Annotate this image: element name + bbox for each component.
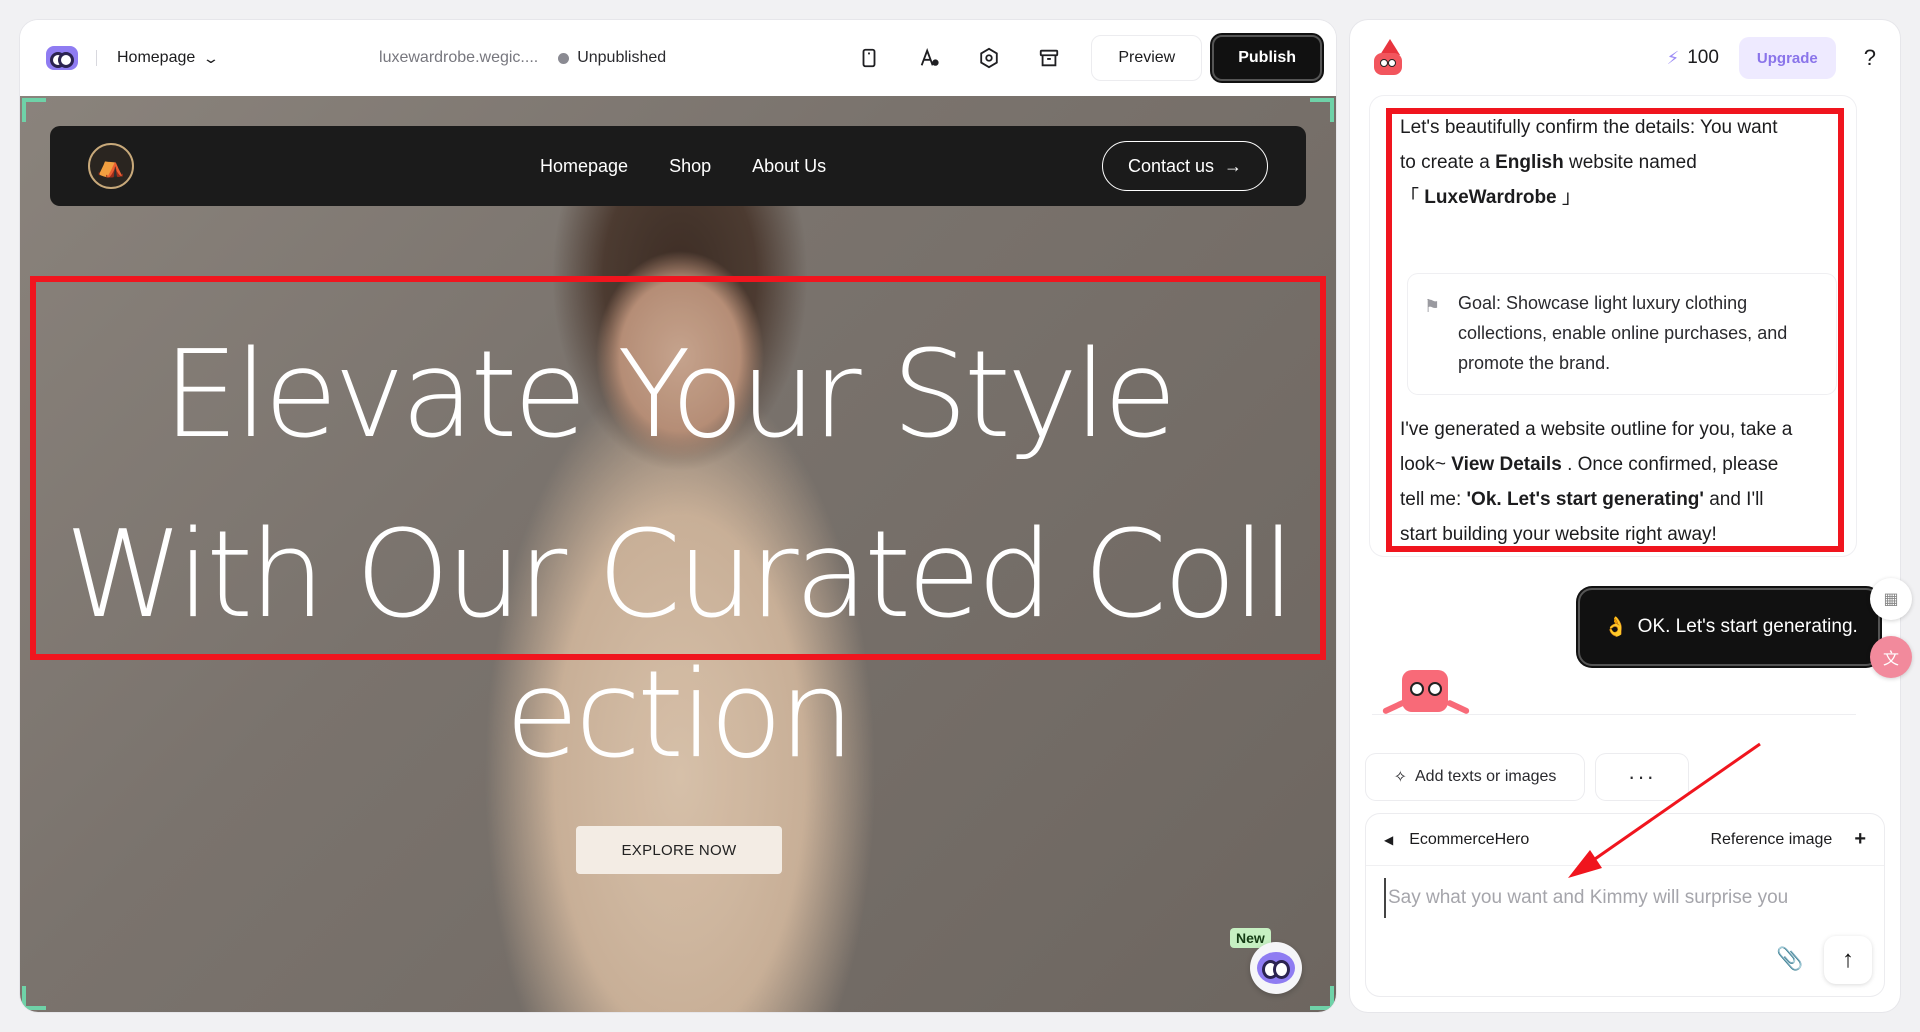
- site-preview-canvas[interactable]: ⛺ Homepage Shop About Us Contact us → El…: [20, 96, 1336, 1012]
- message-text: look~: [1400, 454, 1452, 475]
- user-message-text: OK. Let's start generating.: [1637, 616, 1858, 637]
- bracket: 」: [1561, 187, 1581, 208]
- site-navbar: ⛺ Homepage Shop About Us Contact us →: [50, 126, 1306, 206]
- canvas-corner-marker: [22, 98, 46, 122]
- message-text: I've generated a website outline for you…: [1400, 419, 1793, 440]
- assistant-message: Let's beautifully confirm the details: Y…: [1370, 96, 1856, 556]
- arrow-up-icon: ↑: [1842, 946, 1854, 973]
- collapse-triangle-icon[interactable]: ◀: [1384, 833, 1393, 847]
- message-line: start building your website right away!: [1400, 517, 1717, 552]
- send-button[interactable]: ↑: [1824, 936, 1872, 984]
- message-text: and I'll: [1709, 489, 1764, 510]
- chat-header: ⚡ 100 Upgrade ?: [1350, 20, 1900, 96]
- message-text: website named: [1568, 152, 1697, 173]
- canvas-corner-marker: [22, 986, 46, 1010]
- message-text: to create a: [1400, 152, 1496, 173]
- more-options-button[interactable]: ···: [1596, 754, 1688, 800]
- preview-button[interactable]: Preview: [1091, 35, 1203, 81]
- sparkle-icon: ✧: [1393, 769, 1407, 786]
- contact-us-label: Contact us: [1127, 155, 1215, 176]
- goal-text: Goal: Showcase light luxury clothing col…: [1458, 293, 1788, 373]
- user-message: 👌 OK. Let's start generating.: [1578, 588, 1880, 666]
- website-editor: Homepage ⌄ luxewardrobe.wegic.... Unpubl…: [20, 20, 1336, 1012]
- nav-link-homepage[interactable]: Homepage: [540, 156, 628, 177]
- settings-icon[interactable]: [977, 46, 1001, 70]
- archive-icon[interactable]: [1037, 46, 1061, 70]
- publish-status: Unpublished: [558, 49, 666, 67]
- add-texts-images-button[interactable]: ✧ Add texts or images: [1366, 754, 1584, 800]
- upgrade-button[interactable]: Upgrade: [1738, 37, 1836, 79]
- explore-now-button[interactable]: EXPLORE NOW: [576, 826, 782, 874]
- message-line: I've generated a website outline for you…: [1400, 412, 1792, 447]
- message-text: tell me:: [1400, 489, 1467, 510]
- site-name-highlight: LuxeWardrobe: [1424, 187, 1557, 208]
- paperclip-icon[interactable]: 📎: [1776, 946, 1803, 972]
- message-line: 「 LuxeWardrobe 」: [1400, 180, 1581, 215]
- canvas-corner-marker: [1310, 98, 1334, 122]
- prompt-composer: ◀ EcommerceHero Reference image + 📎 ↑: [1366, 814, 1884, 996]
- hero-heading-line-1: Elevate Your Style: [162, 326, 1177, 465]
- add-texts-images-label: Add texts or images: [1415, 768, 1557, 785]
- composer-header: ◀ EcommerceHero Reference image +: [1366, 814, 1884, 866]
- bot-typing-mascot-icon: [1374, 670, 1471, 730]
- message-text: . Once confirmed, please: [1567, 454, 1779, 475]
- command-highlight: 'Ok. Let's start generating': [1466, 489, 1704, 510]
- prompt-input[interactable]: [1384, 878, 1864, 918]
- site-nav-links: Homepage Shop About Us: [540, 156, 826, 177]
- status-dot-icon: [558, 52, 570, 64]
- credits-count: 100: [1687, 47, 1719, 68]
- chevron-down-icon: ⌄: [202, 49, 220, 66]
- agent-name[interactable]: EcommerceHero: [1409, 831, 1529, 849]
- page-selector[interactable]: Homepage ⌄: [117, 49, 220, 67]
- message-line: to create a English website named: [1400, 145, 1697, 180]
- assistant-launcher[interactable]: [1250, 942, 1302, 994]
- status-label: Unpublished: [577, 49, 667, 66]
- goal-card: ⚑ Goal: Showcase light luxury clothing c…: [1408, 274, 1836, 394]
- divider: [1372, 714, 1856, 715]
- app-logo-icon[interactable]: [46, 46, 78, 70]
- page-selector-label: Homepage: [117, 49, 196, 66]
- credit-icon: ⚡: [1666, 47, 1680, 68]
- nav-link-about[interactable]: About Us: [752, 156, 826, 177]
- brand-logo-icon[interactable]: ⛺: [88, 143, 134, 189]
- message-line: look~ View Details . Once confirmed, ple…: [1400, 447, 1778, 482]
- translate-icon[interactable]: 文: [1870, 636, 1912, 678]
- reference-image-button[interactable]: Reference image: [1710, 831, 1832, 849]
- ok-hand-icon: 👌: [1604, 617, 1628, 638]
- message-text: start building your website right away!: [1400, 524, 1717, 545]
- divider: [96, 50, 97, 66]
- credits-display: ⚡ 100: [1667, 47, 1719, 69]
- message-line: tell me: 'Ok. Let's start generating' an…: [1400, 482, 1764, 517]
- contact-us-button[interactable]: Contact us →: [1102, 141, 1268, 191]
- mascot-icon: [1257, 952, 1295, 984]
- view-details-link[interactable]: View Details: [1451, 454, 1562, 475]
- help-icon[interactable]: ?: [1864, 45, 1876, 71]
- bracket: 「: [1400, 187, 1420, 208]
- editor-toolbar: Homepage ⌄ luxewardrobe.wegic.... Unpubl…: [20, 20, 1336, 96]
- goal-icon: ⚑: [1424, 296, 1441, 316]
- hero-heading[interactable]: Elevate Your Style With Our Curated Coll…: [20, 306, 1336, 806]
- bot-avatar-icon: [1370, 39, 1406, 77]
- site-domain[interactable]: luxewardrobe.wegic....: [379, 49, 538, 67]
- language-highlight: English: [1495, 152, 1564, 173]
- canvas-corner-marker: [1310, 986, 1334, 1010]
- mobile-icon[interactable]: [857, 46, 881, 70]
- add-reference-plus-icon[interactable]: +: [1854, 828, 1866, 851]
- publish-button[interactable]: Publish: [1212, 35, 1322, 81]
- toolbar-icons: [857, 46, 1061, 70]
- nav-link-shop[interactable]: Shop: [669, 156, 711, 177]
- message-text: Let's beautifully confirm the details: Y…: [1400, 117, 1778, 138]
- message-line: Let's beautifully confirm the details: Y…: [1400, 110, 1778, 145]
- arrow-right-icon: →: [1224, 155, 1243, 176]
- text-style-icon[interactable]: [917, 46, 941, 70]
- grid-icon[interactable]: ▦: [1870, 578, 1912, 620]
